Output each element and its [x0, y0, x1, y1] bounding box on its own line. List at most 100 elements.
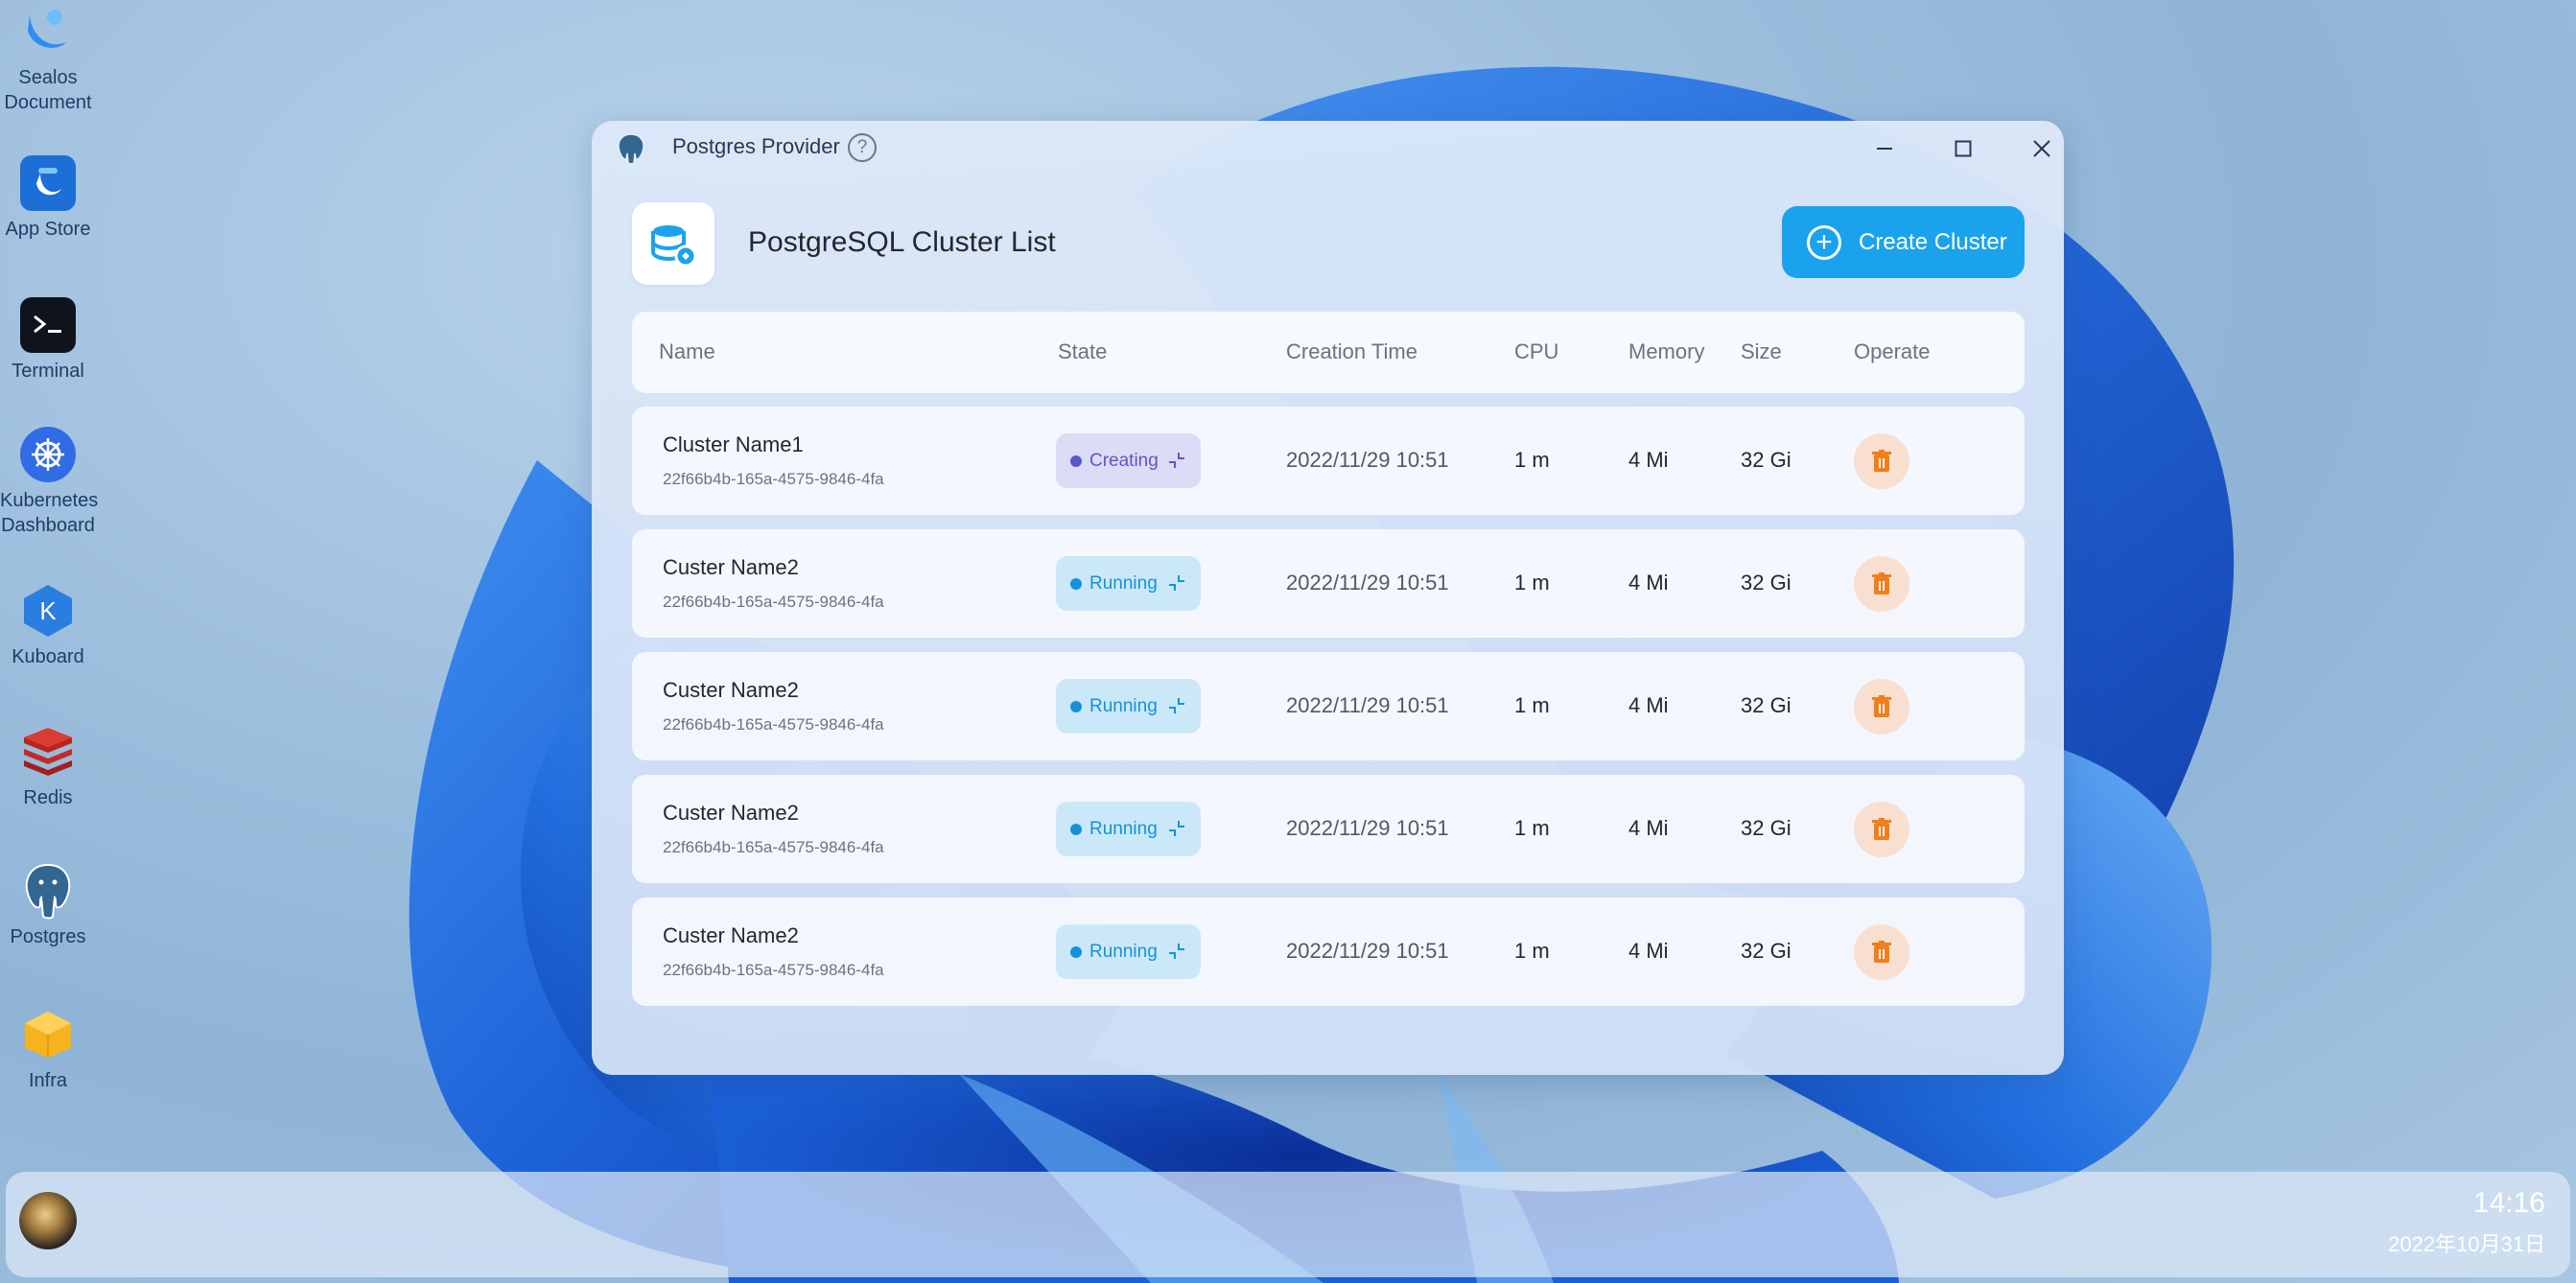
size-value: 32 Gi — [1741, 448, 1791, 472]
status-label: Running — [1089, 818, 1158, 839]
create-cluster-label: Create Cluster — [1859, 228, 2007, 255]
column-header-size: Size — [1741, 339, 1782, 363]
shrink-icon[interactable] — [1166, 572, 1187, 594]
cpu-value: 1 m — [1514, 693, 1550, 717]
status-label: Running — [1089, 941, 1158, 962]
close-icon — [2033, 140, 2050, 157]
table-row[interactable]: Custer Name2 22f66b4b-165a-4575-9846-4fa… — [632, 775, 2025, 883]
shrink-icon[interactable] — [1166, 695, 1187, 716]
table-row[interactable]: Custer Name2 22f66b4b-165a-4575-9846-4fa… — [632, 652, 2025, 760]
table-row[interactable]: Cluster Name1 22f66b4b-165a-4575-9846-4f… — [632, 407, 2025, 515]
create-cluster-button[interactable]: + Create Cluster — [1782, 206, 2025, 278]
terminal-icon — [20, 297, 76, 353]
status-badge: Running — [1056, 679, 1201, 734]
desktop-icon-label: Redis — [23, 787, 73, 808]
trash-icon — [1872, 450, 1891, 472]
memory-value: 4 Mi — [1628, 571, 1669, 595]
cluster-name: Custer Name2 — [663, 555, 799, 579]
desktop-icon-redis[interactable]: Redis — [0, 724, 96, 810]
desktop-icon-label: Postgres — [10, 926, 86, 947]
desktop-icon-label: Kubernetes — [0, 490, 99, 511]
desktop-icon-label: Kuboard — [12, 646, 84, 667]
avatar[interactable] — [19, 1192, 77, 1249]
memory-value: 4 Mi — [1628, 693, 1669, 717]
cpu-value: 1 m — [1514, 816, 1550, 840]
delete-button[interactable] — [1854, 802, 1909, 857]
status-badge: Running — [1056, 802, 1201, 856]
desktop-icon-kuboard[interactable]: K Kuboard — [0, 583, 96, 669]
table-header: Name State Creation Time CPU Memory Size… — [632, 312, 2025, 393]
column-header-name: Name — [659, 339, 715, 363]
postgres-provider-window: Postgres Provider ? PostgreSQL Cluster L… — [592, 121, 2064, 1075]
postgres-logo-icon — [618, 133, 644, 165]
trash-icon — [1872, 941, 1891, 963]
desktop-icon-label: Terminal — [12, 361, 84, 382]
cluster-id: 22f66b4b-165a-4575-9846-4fa — [663, 593, 884, 611]
creation-time: 2022/11/29 10:51 — [1286, 448, 1449, 472]
help-icon[interactable]: ? — [848, 133, 877, 162]
window-titlebar[interactable]: Postgres Provider ? — [592, 121, 2064, 175]
desktop-icon-label: Sealos — [18, 67, 78, 88]
kuboard-icon: K — [20, 583, 76, 639]
creation-time: 2022/11/29 10:51 — [1286, 816, 1449, 840]
maximize-button[interactable] — [1945, 130, 1981, 167]
column-header-operate: Operate — [1854, 339, 1931, 363]
app-store-icon — [20, 155, 76, 211]
table-row[interactable]: Custer Name2 22f66b4b-165a-4575-9846-4fa… — [632, 898, 2025, 1006]
plus-icon: + — [1807, 224, 1841, 260]
status-dot — [1070, 823, 1082, 835]
creation-time: 2022/11/29 10:51 — [1286, 571, 1449, 595]
shrink-icon[interactable] — [1166, 941, 1187, 962]
kubernetes-icon — [20, 427, 76, 482]
size-value: 32 Gi — [1741, 571, 1791, 595]
status-dot — [1070, 455, 1082, 467]
desktop-icon-label: Dashboard — [1, 515, 95, 536]
maximize-icon — [1955, 140, 1972, 157]
size-value: 32 Gi — [1741, 816, 1791, 840]
minimize-button[interactable] — [1866, 130, 1903, 167]
close-button[interactable] — [2024, 130, 2060, 167]
status-label: Creating — [1089, 450, 1159, 471]
size-value: 32 Gi — [1741, 693, 1791, 717]
status-badge: Running — [1056, 924, 1201, 979]
table-row[interactable]: Custer Name2 22f66b4b-165a-4575-9846-4fa… — [632, 529, 2025, 638]
status-dot — [1070, 700, 1082, 712]
memory-value: 4 Mi — [1628, 939, 1669, 963]
window-title: Postgres Provider — [672, 134, 840, 158]
cluster-id: 22f66b4b-165a-4575-9846-4fa — [663, 470, 884, 488]
desktop-icon-label: Document — [4, 92, 92, 113]
status-label: Running — [1089, 572, 1158, 594]
taskbar: 14:16 2022年10月31日 — [6, 1172, 2570, 1277]
sealos-icon — [20, 4, 76, 59]
desktop-icon-label: App Store — [5, 219, 91, 240]
desktop-icon-postgres[interactable]: Postgres — [0, 863, 96, 949]
desktop-icon-infra[interactable]: Infra — [0, 1007, 96, 1093]
cluster-name: Cluster Name1 — [663, 432, 804, 456]
status-label: Running — [1089, 695, 1158, 716]
cluster-name: Custer Name2 — [663, 923, 799, 947]
postgres-icon — [20, 863, 76, 920]
cpu-value: 1 m — [1514, 448, 1550, 472]
status-badge: Running — [1056, 556, 1201, 611]
clock-time: 14:16 — [2472, 1187, 2545, 1219]
clock-date: 2022年10月31日 — [2388, 1232, 2545, 1256]
shrink-icon[interactable] — [1166, 450, 1187, 471]
desktop-icon-terminal[interactable]: Terminal — [0, 297, 96, 384]
shrink-icon[interactable] — [1166, 818, 1187, 839]
infra-icon — [20, 1007, 76, 1062]
delete-button[interactable] — [1854, 679, 1909, 735]
desktop-icon-app-store[interactable]: App Store — [0, 155, 96, 242]
delete-button[interactable] — [1854, 556, 1909, 612]
cluster-id: 22f66b4b-165a-4575-9846-4fa — [663, 961, 884, 979]
status-dot — [1070, 577, 1082, 590]
delete-button[interactable] — [1854, 433, 1909, 489]
cluster-id: 22f66b4b-165a-4575-9846-4fa — [663, 838, 884, 856]
page-title: PostgreSQL Cluster List — [748, 226, 1056, 258]
desktop-icon-sealos-document[interactable]: Sealos Document — [0, 4, 96, 115]
cpu-value: 1 m — [1514, 571, 1550, 595]
desktop-icon-kubernetes[interactable]: Kubernetes Dashboard — [0, 427, 99, 538]
cluster-name: Custer Name2 — [663, 801, 799, 825]
column-header-state: State — [1058, 339, 1108, 363]
cpu-value: 1 m — [1514, 939, 1550, 963]
delete-button[interactable] — [1854, 924, 1909, 980]
